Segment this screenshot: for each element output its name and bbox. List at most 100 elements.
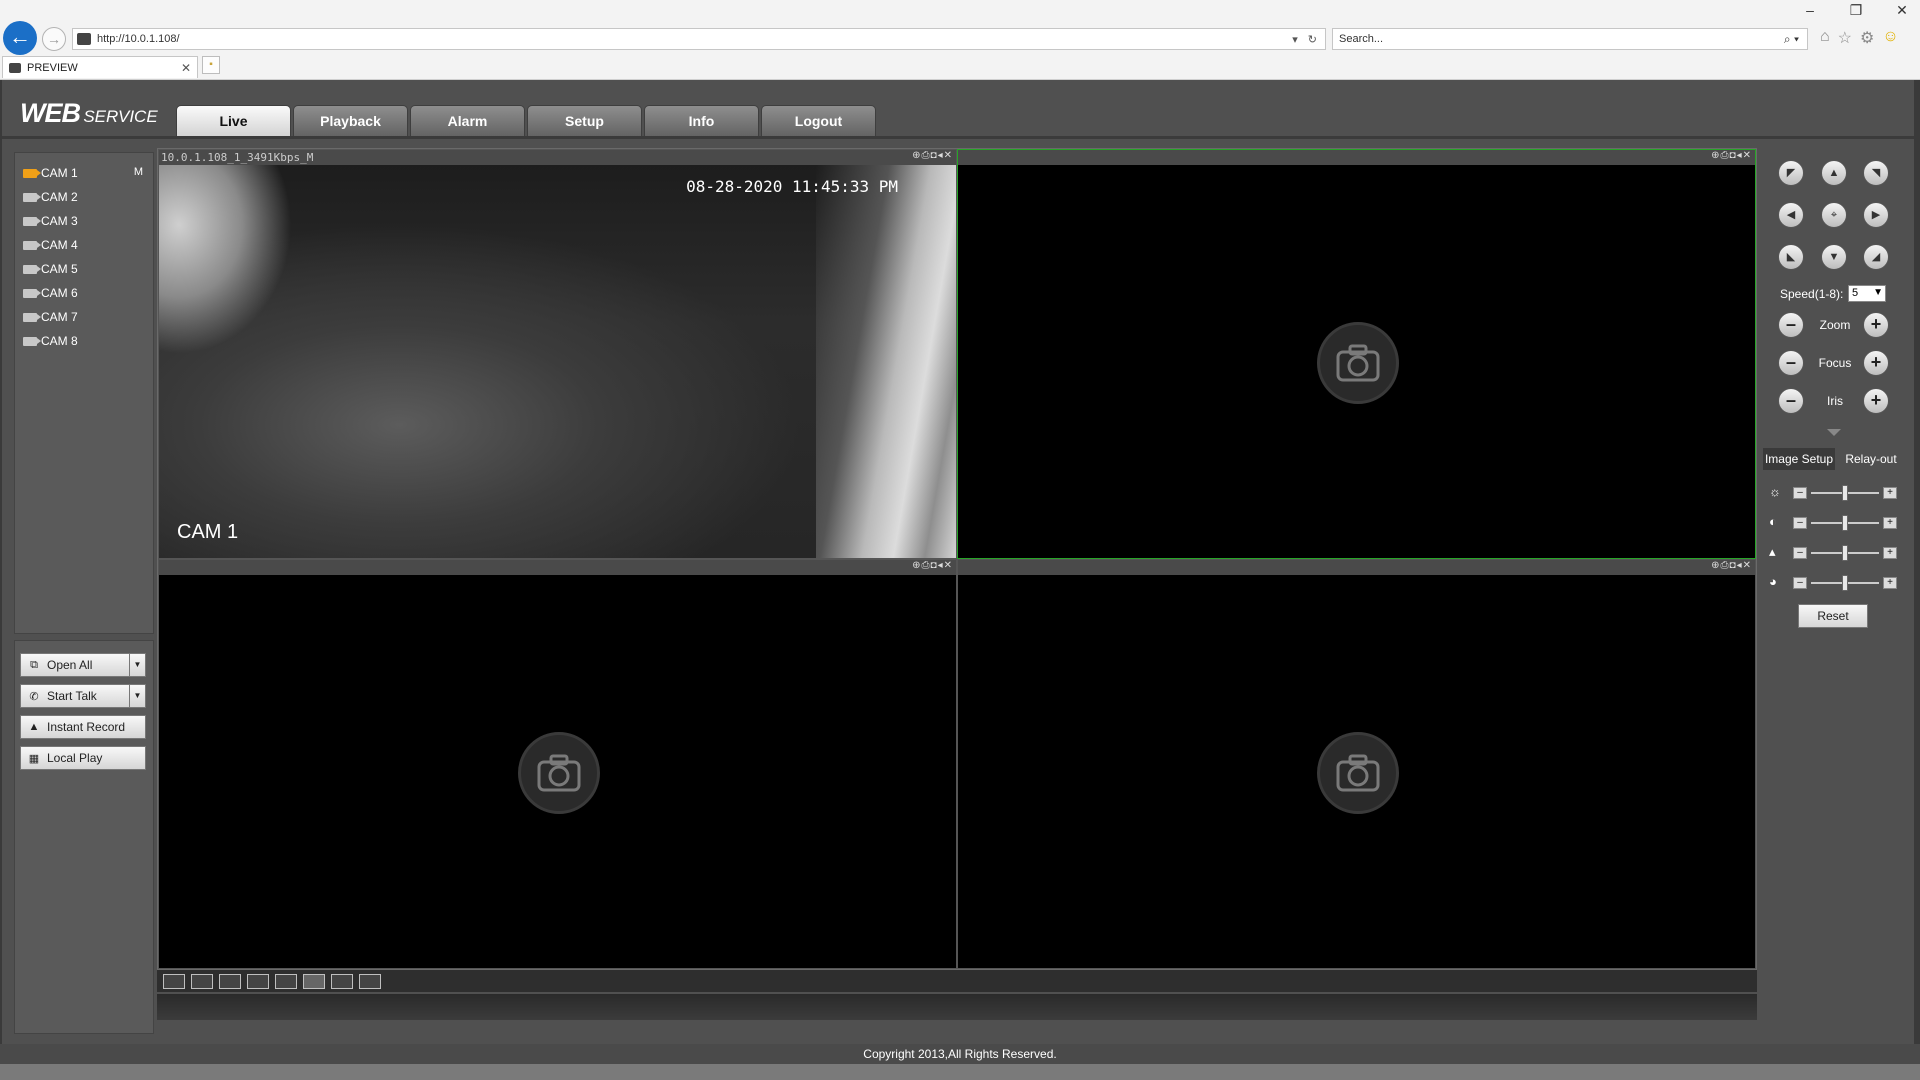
increase-button[interactable]: + — [1883, 517, 1897, 529]
refresh-icon[interactable]: ↻ — [1308, 33, 1317, 46]
open-all-button[interactable]: ⧉ Open All — [20, 653, 130, 677]
layout-4-icon[interactable] — [303, 973, 325, 989]
camera-item[interactable]: CAM 8 — [15, 329, 153, 353]
ptz-down-button[interactable]: ▼ — [1821, 244, 1847, 270]
video-grid[interactable]: 10.0.1.108_1_3491Kbps_M ⊕⎙◘◂✕ 08-28-2020 1… — [157, 148, 1757, 970]
increase-button[interactable]: + — [1883, 547, 1897, 559]
layout-custom-icon[interactable] — [359, 973, 381, 989]
zoom-out-button[interactable]: – — [1778, 312, 1804, 338]
pane-tools[interactable]: ⊕⎙◘◂✕ — [912, 560, 953, 571]
decrease-button[interactable]: – — [1793, 547, 1807, 559]
restore-button[interactable]: ❐ — [1846, 2, 1866, 19]
ptz-up-left-button[interactable]: ◤ — [1778, 160, 1804, 186]
zoom-in-button[interactable]: + — [1863, 312, 1889, 338]
camera-item[interactable]: CAM 6 — [15, 281, 153, 305]
decrease-button[interactable]: – — [1793, 517, 1807, 529]
chevron-down-icon[interactable]: ▼ — [130, 684, 146, 708]
video-pane[interactable]: ⊕⎙◘◂✕ — [957, 149, 1756, 559]
image-sliders: ☼ – + ◐ – + ▴ – + ◕ – + — [1763, 478, 1907, 598]
tab-close-icon[interactable]: ✕ — [181, 61, 191, 75]
decrease-button[interactable]: – — [1793, 577, 1807, 589]
new-tab-button[interactable]: ▪ — [202, 56, 220, 74]
iris-open-button[interactable]: + — [1863, 388, 1889, 414]
ptz-down-right-button[interactable]: ◢ — [1863, 244, 1889, 270]
slider-handle[interactable] — [1842, 515, 1848, 531]
forward-button[interactable]: → — [42, 27, 66, 51]
camera-item[interactable]: CAM 4 — [15, 233, 153, 257]
browser-chrome: – ❐ ✕ ← → http://10.0.1.108/ ▾ ↻ Search.… — [0, 0, 1920, 80]
home-icon[interactable]: ⌂ — [1820, 28, 1830, 48]
camera-item[interactable]: CAM 3 — [15, 209, 153, 233]
increase-button[interactable]: + — [1883, 577, 1897, 589]
minimize-button[interactable]: – — [1800, 2, 1820, 19]
film-icon: ▦ — [28, 752, 40, 765]
search-box[interactable]: Search... ⌕ ▾ — [1332, 28, 1808, 50]
image-slider-row: ☼ – + — [1763, 478, 1907, 508]
pane-tools[interactable]: ⊕⎙◘◂✕ — [1711, 150, 1752, 161]
camera-item[interactable]: CAM 5 — [15, 257, 153, 281]
local-play-button[interactable]: ▦ Local Play — [20, 746, 146, 770]
start-talk-button[interactable]: ✆ Start Talk — [20, 684, 130, 708]
ptz-center-icon[interactable]: ⌖ — [1821, 202, 1847, 228]
focus-near-button[interactable]: – — [1778, 350, 1804, 376]
address-bar[interactable]: http://10.0.1.108/ ▾ ↻ — [72, 28, 1326, 50]
increase-button[interactable]: + — [1883, 487, 1897, 499]
speed-select[interactable]: 5 ▼ — [1848, 285, 1886, 302]
tab-image-setup[interactable]: Image Setup — [1763, 448, 1835, 470]
slider-handle[interactable] — [1842, 575, 1848, 591]
focus-far-button[interactable]: + — [1863, 350, 1889, 376]
slider-handle[interactable] — [1842, 545, 1848, 561]
browser-status-bar — [0, 1064, 1920, 1080]
browser-tab[interactable]: PREVIEW ✕ — [2, 56, 198, 78]
video-pane[interactable]: ⊕⎙◘◂✕ — [957, 559, 1756, 969]
camera-item[interactable]: CAM 1 M — [15, 161, 153, 185]
instant-record-button[interactable]: ▲ Instant Record — [20, 715, 146, 739]
layout-6-icon[interactable] — [331, 973, 353, 989]
feedback-smiley-icon[interactable]: ☺ — [1882, 28, 1898, 48]
ptz-down-left-button[interactable]: ◣ — [1778, 244, 1804, 270]
menu-tab-logout[interactable]: Logout — [761, 105, 876, 136]
video-pane[interactable]: ⊕⎙◘◂✕ — [158, 559, 957, 969]
slider-handle[interactable] — [1842, 485, 1848, 501]
ptz-collapse-arrow-icon[interactable] — [1827, 429, 1841, 436]
camera-item[interactable]: CAM 2 — [15, 185, 153, 209]
iris-close-button[interactable]: – — [1778, 388, 1804, 414]
chevron-down-icon: ▼ — [1873, 287, 1883, 298]
menu-tab-live[interactable]: Live — [176, 105, 291, 136]
fit-icon[interactable] — [219, 973, 241, 989]
image-slider-row: ◐ – + — [1763, 508, 1907, 538]
camera-item[interactable]: CAM 7 — [15, 305, 153, 329]
action-row: ▦ Local Play — [20, 746, 146, 770]
menu-tab-info[interactable]: Info — [644, 105, 759, 136]
ratio-icon[interactable] — [191, 973, 213, 989]
live-video-feed[interactable]: 08-28-2020 11:45:33 PM CAM 1 — [159, 165, 956, 558]
menu-tab-setup[interactable]: Setup — [527, 105, 642, 136]
ptz-left-button[interactable]: ◀ — [1778, 202, 1804, 228]
address-dropdown-icon[interactable]: ▾ — [1292, 33, 1298, 46]
address-url[interactable]: http://10.0.1.108/ — [97, 33, 1292, 45]
settings-gear-icon[interactable]: ⚙ — [1860, 28, 1874, 48]
tab-relay-out[interactable]: Relay-out — [1835, 448, 1907, 470]
single-row-icon[interactable] — [247, 973, 269, 989]
stream-type-badge[interactable]: M — [134, 166, 143, 178]
favorites-star-icon[interactable]: ☆ — [1838, 28, 1852, 48]
decrease-button[interactable]: – — [1793, 487, 1807, 499]
chevron-down-icon[interactable]: ▼ — [130, 653, 146, 677]
close-window-button[interactable]: ✕ — [1892, 2, 1912, 19]
reset-button[interactable]: Reset — [1798, 604, 1868, 628]
menu-tab-playback[interactable]: Playback — [293, 105, 408, 136]
ptz-right-button[interactable]: ▶ — [1863, 202, 1889, 228]
pane-tools[interactable]: ⊕⎙◘◂✕ — [912, 150, 953, 161]
fullscreen-icon[interactable] — [163, 973, 185, 989]
ptz-up-button[interactable]: ▲ — [1821, 160, 1847, 186]
layout-1-icon[interactable] — [275, 973, 297, 989]
video-pane[interactable]: 10.0.1.108_1_3491Kbps_M ⊕⎙◘◂✕ 08-28-2020 1… — [158, 149, 957, 559]
stream-info: 10.0.1.108_1_3491Kbps_M — [161, 151, 314, 164]
menu-tab-alarm[interactable]: Alarm — [410, 105, 525, 136]
ptz-up-right-button[interactable]: ◥ — [1863, 160, 1889, 186]
pane-tools[interactable]: ⊕⎙◘◂✕ — [1711, 560, 1752, 571]
search-icon[interactable]: ⌕ ▾ — [1784, 32, 1799, 47]
warning-icon: ▲ — [28, 721, 40, 733]
search-input[interactable]: Search... — [1339, 33, 1784, 45]
back-button[interactable]: ← — [3, 21, 37, 55]
